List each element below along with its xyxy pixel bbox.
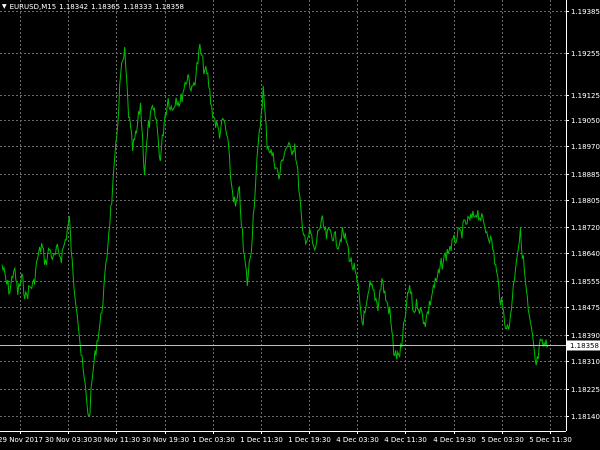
x-tick-label: 4 Dec 19:30 <box>433 436 476 444</box>
x-tick-label: 5 Dec 11:30 <box>529 436 572 444</box>
y-tick-label: 1.18640 <box>571 250 600 258</box>
x-tick-label: 4 Dec 03:30 <box>336 436 379 444</box>
symbol-timeframe: EURUSD,M15 <box>9 3 57 11</box>
triangle-down-icon[interactable]: ▼ <box>2 2 7 12</box>
ohlc-open: 1.18342 <box>59 3 89 11</box>
y-tick-label: 1.18720 <box>571 224 600 232</box>
price-chart[interactable]: 1.19385 1.19255 1.19125 1.19050 1.18970 1.188… <box>0 0 600 450</box>
y-tick-label: 1.18225 <box>571 386 600 394</box>
y-tick-label: 1.19255 <box>571 50 600 58</box>
ohlc-values: 1.18342 1.18365 1.18333 1.18358 <box>59 2 184 12</box>
y-tick-label: 1.19385 <box>571 8 600 16</box>
x-tick-label: 30 Nov 11:30 <box>93 436 140 444</box>
y-tick-label: 1.18885 <box>571 171 600 179</box>
x-tick-label: 29 Nov 2017 <box>0 436 43 444</box>
y-tick-label: 1.18140 <box>571 413 600 421</box>
price-series <box>1 43 549 418</box>
ohlc-low: 1.18333 <box>123 3 153 11</box>
y-tick-label: 1.18970 <box>571 143 600 151</box>
x-tick-label: 1 Dec 19:30 <box>288 436 331 444</box>
bid-label: 1.18358 <box>570 342 599 350</box>
x-tick-label: 4 Dec 11:30 <box>384 436 427 444</box>
ohlc-high: 1.18365 <box>91 3 121 11</box>
axes: 1.19385 1.19255 1.19125 1.19050 1.18970 1.188… <box>0 0 600 444</box>
x-tick-label: 5 Dec 03:30 <box>481 436 524 444</box>
chart-header: ▼ EURUSD,M15 1.18342 1.18365 1.18333 1.1… <box>2 2 184 12</box>
y-tick-label: 1.19125 <box>571 92 600 100</box>
x-tick-label: 30 Nov 03:30 <box>45 436 92 444</box>
y-tick-label: 1.19050 <box>571 117 600 125</box>
y-tick-label: 1.18555 <box>571 278 600 286</box>
x-tick-label: 1 Dec 11:30 <box>240 436 283 444</box>
x-tick-label: 30 Nov 19:30 <box>142 436 189 444</box>
x-tick-label: 1 Dec 03:30 <box>192 436 235 444</box>
y-tick-label: 1.18475 <box>571 304 600 312</box>
y-tick-label: 1.18805 <box>571 197 600 205</box>
ohlc-close: 1.18358 <box>155 3 184 11</box>
price-line <box>1 43 549 418</box>
y-tick-label: 1.18390 <box>571 332 600 340</box>
y-tick-label: 1.18310 <box>571 358 600 366</box>
chart-window[interactable]: 1.19385 1.19255 1.19125 1.19050 1.18970 1.188… <box>0 0 600 450</box>
